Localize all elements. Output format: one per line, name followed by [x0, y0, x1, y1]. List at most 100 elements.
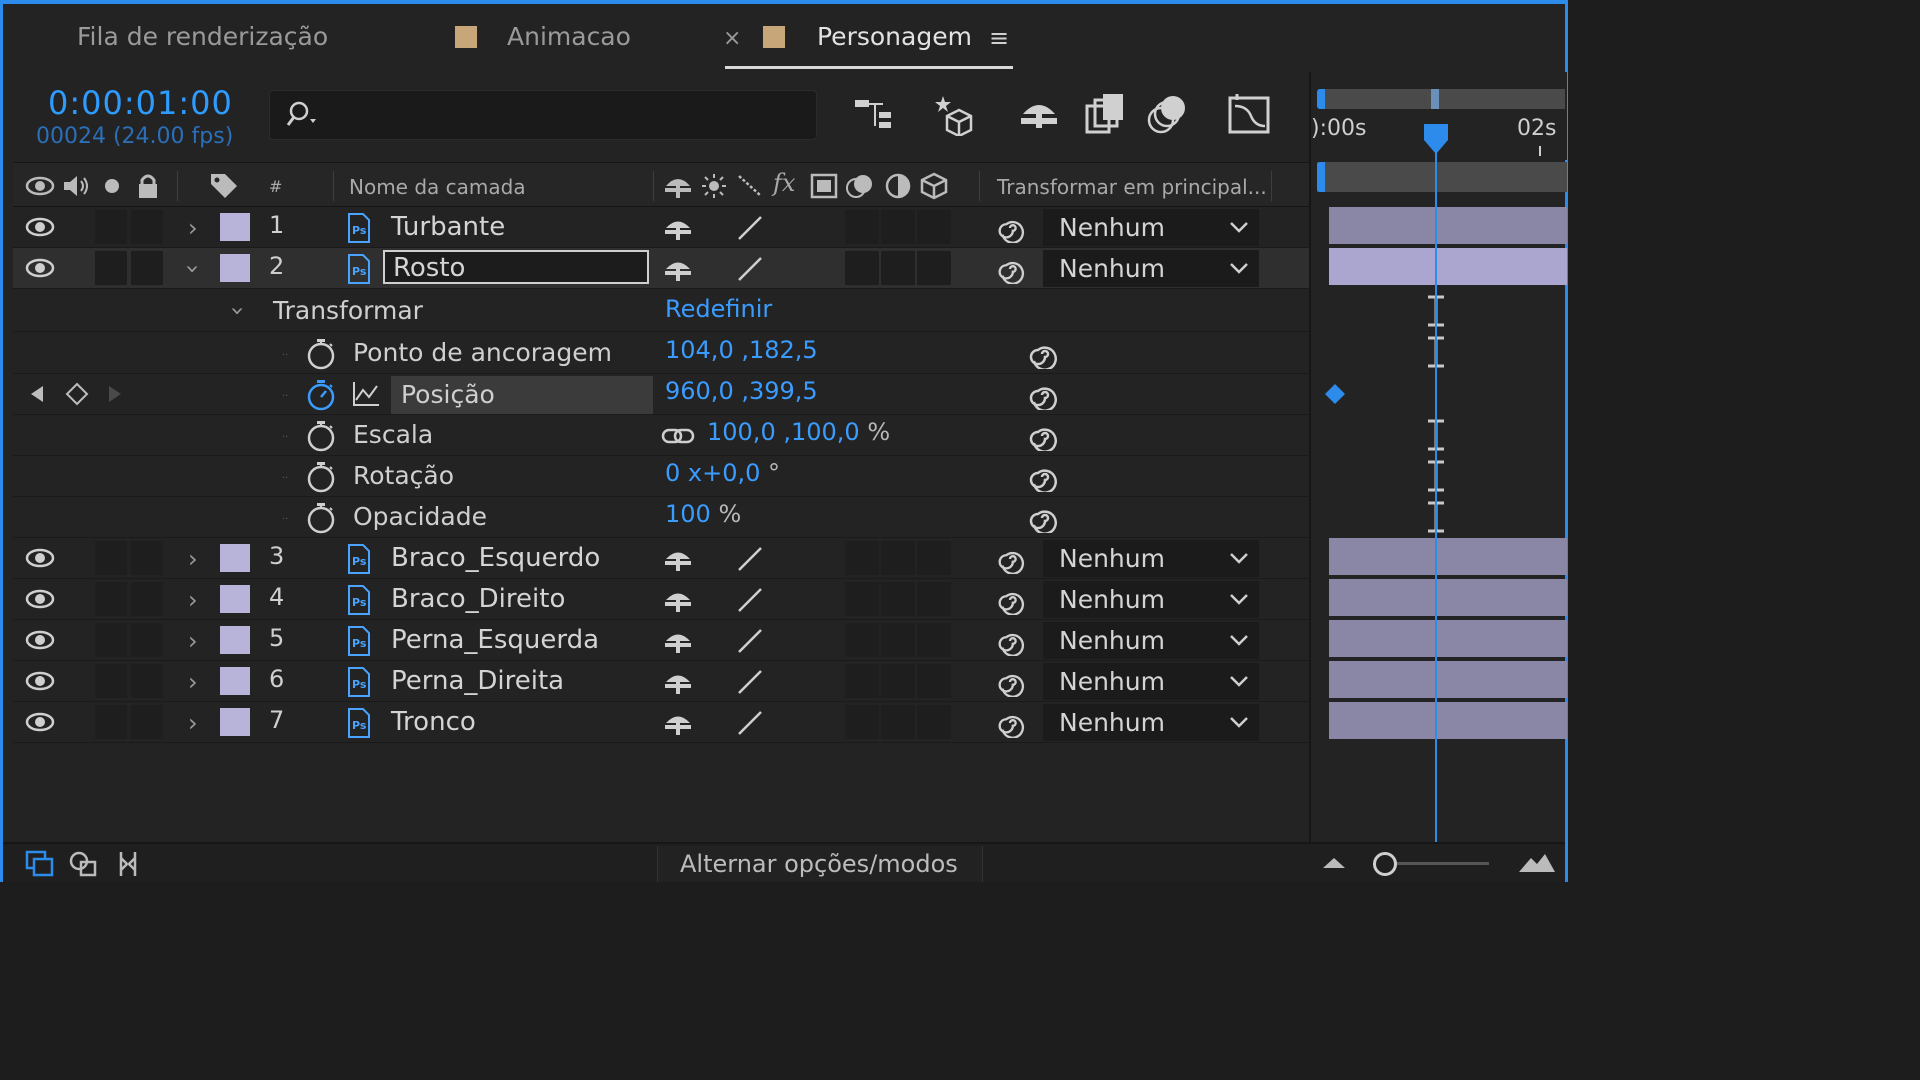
quality-switch-icon[interactable]	[735, 254, 765, 284]
lock-toggle[interactable]	[131, 251, 163, 285]
next-keyframe-icon[interactable]	[105, 384, 123, 404]
close-tab-button[interactable]: ×	[723, 26, 741, 51]
parent-dropdown[interactable]: Nenhum	[1043, 250, 1259, 287]
pick-whip-icon[interactable]	[1026, 421, 1058, 451]
comp-navigator-bar[interactable]	[1317, 162, 1567, 192]
draft-3d-icon[interactable]	[933, 92, 977, 136]
label-color-swatch[interactable]	[220, 667, 250, 695]
transform-group-row[interactable]: › Transformar Redefinir	[13, 291, 1309, 332]
parent-dropdown[interactable]: Nenhum	[1043, 209, 1259, 246]
label-color-swatch[interactable]	[220, 254, 250, 282]
label-color-swatch[interactable]	[220, 585, 250, 613]
shy-switch-icon[interactable]	[663, 669, 693, 695]
3d-layer-switch[interactable]	[917, 664, 951, 698]
effects-switch[interactable]	[845, 705, 879, 739]
shy-switch-icon[interactable]	[663, 587, 693, 613]
eye-icon[interactable]	[25, 588, 55, 610]
layer-name[interactable]: Rosto	[383, 250, 649, 284]
quality-switch-icon[interactable]	[735, 667, 765, 697]
pick-whip-icon[interactable]	[1026, 380, 1058, 410]
effects-switch[interactable]	[845, 623, 879, 657]
layer-name[interactable]: Braco_Direito	[391, 584, 565, 614]
constrain-proportions-link-icon[interactable]	[661, 425, 695, 447]
quality-switch-icon[interactable]	[735, 213, 765, 243]
stopwatch-active-icon[interactable]	[305, 378, 337, 412]
parent-pick-whip-icon[interactable]	[995, 585, 1025, 615]
chevron-right-icon[interactable]: ›	[188, 586, 198, 614]
shy-switch-icon[interactable]	[663, 628, 693, 654]
parent-pick-whip-icon[interactable]	[995, 544, 1025, 574]
layer-duration-bar[interactable]	[1329, 538, 1567, 575]
pick-whip-icon[interactable]	[1026, 503, 1058, 533]
quality-switch-icon[interactable]	[735, 585, 765, 615]
stopwatch-icon[interactable]	[305, 337, 337, 371]
quality-switch-icon[interactable]	[735, 626, 765, 656]
3d-layer-switch[interactable]	[917, 705, 951, 739]
work-area-start-handle[interactable]	[1317, 89, 1325, 109]
chevron-right-icon[interactable]: ›	[188, 668, 198, 696]
parent-column-label[interactable]: Transformar em principal...	[997, 175, 1267, 199]
quality-switch-icon[interactable]	[735, 708, 765, 738]
navigator-start-handle[interactable]	[1317, 162, 1325, 192]
label-color-swatch[interactable]	[220, 544, 250, 572]
parent-dropdown[interactable]: Nenhum	[1043, 663, 1259, 700]
panel-menu-icon[interactable]: ≡	[989, 24, 1009, 52]
playhead-line[interactable]	[1435, 126, 1437, 842]
chevron-down-icon[interactable]: ›	[224, 306, 252, 316]
keyframe-icon[interactable]	[1323, 382, 1347, 406]
parent-dropdown[interactable]: Nenhum	[1043, 540, 1259, 577]
parent-dropdown[interactable]: Nenhum	[1043, 704, 1259, 741]
zoom-out-icon[interactable]	[1321, 854, 1347, 872]
opacity-value[interactable]: 100 %	[665, 500, 741, 528]
solo-toggle[interactable]	[95, 541, 127, 575]
effects-switch[interactable]	[845, 664, 879, 698]
layer-row[interactable]: › 3 Ps Braco_Esquerdo Nenhum	[13, 538, 1309, 579]
layer-duration-bar[interactable]	[1329, 702, 1567, 739]
modes-pane-icon[interactable]	[69, 850, 99, 878]
layer-name[interactable]: Turbante	[391, 212, 505, 242]
current-time-display[interactable]: 0:00:01:00	[48, 84, 233, 122]
frame-blending-icon[interactable]	[1083, 92, 1127, 136]
solo-toggle[interactable]	[95, 664, 127, 698]
prev-keyframe-icon[interactable]	[29, 384, 47, 404]
layer-row[interactable]: › 1 Ps Turbante Nenhum	[13, 207, 1309, 248]
graph-editor-icon[interactable]	[1227, 92, 1271, 136]
rotation-value[interactable]: 0 x+0,0 °	[665, 459, 780, 487]
3d-layer-switch[interactable]	[917, 251, 951, 285]
motion-blur-switch[interactable]	[881, 251, 915, 285]
layer-name-column-label[interactable]: Nome da camada	[349, 175, 526, 199]
chevron-right-icon[interactable]: ›	[188, 545, 198, 573]
solo-toggle[interactable]	[95, 623, 127, 657]
zoom-in-icon[interactable]	[1517, 850, 1557, 874]
layer-duration-bar[interactable]	[1329, 620, 1567, 657]
position-value[interactable]: 960,0 ,399,5	[665, 377, 818, 405]
label-color-swatch[interactable]	[220, 213, 250, 241]
search-input[interactable]	[269, 90, 817, 140]
label-color-swatch[interactable]	[220, 708, 250, 736]
tab-animacao[interactable]: Animacao	[507, 22, 631, 51]
3d-layer-switch[interactable]	[917, 623, 951, 657]
graph-icon[interactable]	[351, 380, 381, 408]
timeline-area[interactable]: ):00s 02s	[1309, 72, 1567, 842]
motion-blur-switch[interactable]	[881, 210, 915, 244]
eye-icon[interactable]	[25, 257, 55, 279]
stopwatch-icon[interactable]	[305, 419, 337, 453]
shy-switch-icon[interactable]	[663, 256, 693, 282]
layer-name[interactable]: Tronco	[391, 707, 476, 737]
parent-pick-whip-icon[interactable]	[995, 626, 1025, 656]
parent-pick-whip-icon[interactable]	[995, 254, 1025, 284]
layer-name[interactable]: Perna_Direita	[391, 666, 564, 696]
layer-row[interactable]: › 2 Ps Rosto Nenhum	[13, 248, 1309, 289]
chevron-right-icon[interactable]: ›	[188, 709, 198, 737]
shy-switch-icon[interactable]	[663, 215, 693, 241]
layer-name[interactable]: Braco_Esquerdo	[391, 543, 600, 573]
lock-toggle[interactable]	[131, 664, 163, 698]
lock-toggle[interactable]	[131, 623, 163, 657]
solo-toggle[interactable]	[95, 251, 127, 285]
lock-toggle[interactable]	[131, 582, 163, 616]
parent-pick-whip-icon[interactable]	[995, 667, 1025, 697]
eye-icon[interactable]	[25, 629, 55, 651]
layer-duration-bar[interactable]	[1329, 661, 1567, 698]
lock-toggle[interactable]	[131, 210, 163, 244]
effects-switch[interactable]	[845, 251, 879, 285]
